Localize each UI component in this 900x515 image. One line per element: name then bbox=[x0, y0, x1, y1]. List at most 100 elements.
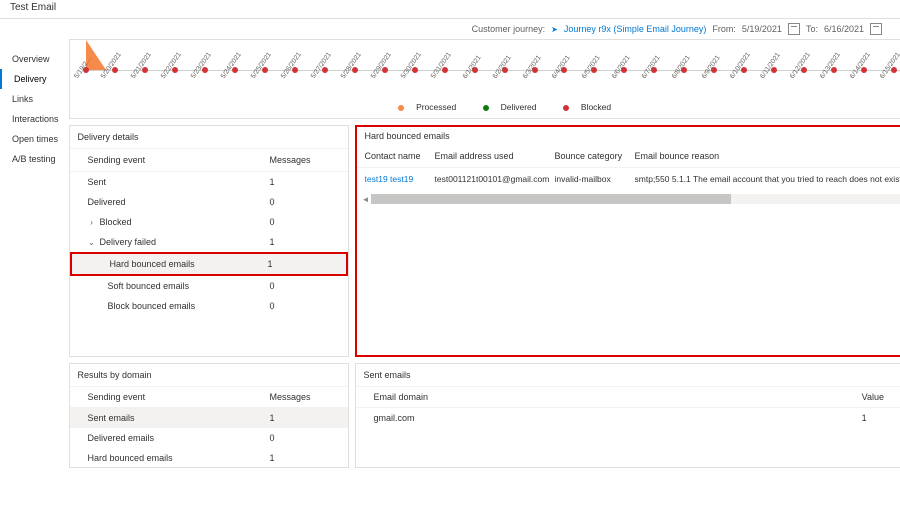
chart-tick-label: 6/9/2021 bbox=[701, 54, 722, 80]
results-by-domain-title: Results by domain bbox=[70, 364, 348, 387]
sent-emails-panel: Sent emails Email domain Value gmail.com… bbox=[355, 363, 900, 468]
delivery-row-soft-bounced-emails[interactable]: Soft bounced emails0 bbox=[70, 276, 348, 296]
chart-tick-label: 5/25/2021 bbox=[250, 51, 273, 80]
chart-tick-label: 5/29/2021 bbox=[370, 51, 393, 80]
hard-bounced-row[interactable]: test19 test19test001121t00101@gmail.comi… bbox=[357, 168, 900, 190]
chart-tick-label: 6/15/2021 bbox=[879, 51, 900, 80]
chart-tick-label: 6/13/2021 bbox=[819, 51, 842, 80]
from-label: From: bbox=[712, 24, 736, 34]
chart-tick-label: 6/11/2021 bbox=[759, 52, 782, 80]
nav-item-delivery[interactable]: Delivery bbox=[0, 69, 69, 89]
nav-item-overview[interactable]: Overview bbox=[0, 49, 69, 69]
row-value: 0 bbox=[270, 197, 340, 207]
sent-emails-title: Sent emails bbox=[364, 370, 411, 380]
chart-tick-label: 6/6/2021 bbox=[611, 54, 632, 80]
category-cell: invalid-mailbox bbox=[555, 174, 635, 184]
domain-result-row[interactable]: Hard bounced emails1 bbox=[70, 448, 348, 467]
col-sending-event: Sending event bbox=[88, 155, 270, 165]
reason-cell: smtp;550 5.1.1 The email account that yo… bbox=[635, 174, 900, 184]
col-sending-event: Sending event bbox=[88, 392, 270, 402]
delivery-row-block-bounced-emails[interactable]: Block bounced emails0 bbox=[70, 296, 348, 316]
journey-label: Customer journey: bbox=[472, 24, 546, 34]
col-email-used: Email address used bbox=[435, 151, 555, 161]
chevron-down-icon[interactable]: ⌄ bbox=[88, 238, 96, 246]
hard-bounced-header: Contact name Email address used Bounce c… bbox=[357, 145, 900, 168]
row-value: 1 bbox=[270, 453, 340, 463]
journey-bar: Customer journey: ➤ Journey r9x (Simple … bbox=[0, 19, 900, 39]
col-bounce-reason: Email bounce reason bbox=[635, 151, 900, 161]
col-email-domain: Email domain bbox=[374, 392, 862, 402]
col-messages: Messages bbox=[270, 155, 340, 165]
horizontal-scrollbar[interactable]: ◄ ► bbox=[361, 194, 900, 204]
row-label: Delivery failed bbox=[100, 237, 157, 247]
row-label: Block bounced emails bbox=[108, 301, 196, 311]
delivery-details-panel: Delivery details Sending event Messages … bbox=[69, 125, 349, 357]
legend-dot-delivered bbox=[483, 105, 489, 111]
chart-tick-label: 5/28/2021 bbox=[340, 51, 363, 80]
chevron-right-icon[interactable]: › bbox=[88, 218, 96, 226]
row-label: Sent emails bbox=[88, 413, 270, 423]
scroll-left-icon[interactable]: ◄ bbox=[361, 195, 371, 204]
legend-dot-processed bbox=[398, 105, 404, 111]
delivery-row-delivered[interactable]: Delivered 0 bbox=[70, 192, 348, 212]
delivery-row-delivery-failed[interactable]: ⌄Delivery failed1 bbox=[70, 232, 348, 252]
calendar-icon[interactable] bbox=[870, 23, 882, 35]
nav-item-links[interactable]: Links bbox=[0, 89, 69, 109]
contact-link[interactable]: test19 test19 bbox=[365, 174, 435, 184]
chart-tick-label: 6/5/2021 bbox=[581, 54, 602, 80]
delivery-row-hard-bounced-emails[interactable]: Hard bounced emails 1 bbox=[70, 252, 348, 276]
row-value: 1 bbox=[862, 413, 900, 423]
legend-dot-blocked bbox=[563, 105, 569, 111]
chart-tick-label: 6/2/2021 bbox=[491, 54, 512, 80]
row-label: Sent bbox=[88, 177, 107, 187]
chart-tick-label: 6/14/2021 bbox=[849, 51, 872, 80]
chart-tick-label: 6/4/2021 bbox=[551, 54, 572, 80]
results-by-domain-header: Sending event Messages bbox=[70, 387, 348, 408]
row-value: 1 bbox=[270, 177, 340, 187]
row-value: 1 bbox=[270, 413, 340, 423]
row-value: 1 bbox=[268, 259, 338, 269]
chart-tick-label: 5/22/2021 bbox=[160, 51, 183, 80]
results-by-domain-panel: Results by domain Sending event Messages… bbox=[69, 363, 349, 468]
legend-label-blocked: Blocked bbox=[581, 102, 611, 112]
nav-item-interactions[interactable]: Interactions bbox=[0, 109, 69, 129]
left-nav: OverviewDeliveryLinksInteractionsOpen ti… bbox=[0, 39, 69, 515]
journey-link[interactable]: Journey r9x (Simple Email Journey) bbox=[564, 24, 707, 34]
calendar-icon[interactable] bbox=[788, 23, 800, 35]
col-contact-name: Contact name bbox=[365, 151, 435, 161]
row-value: 0 bbox=[270, 217, 340, 227]
row-label: Delivered bbox=[88, 197, 126, 207]
chart-tick-label: 6/8/2021 bbox=[671, 54, 692, 80]
scroll-thumb[interactable] bbox=[371, 194, 731, 204]
nav-item-a-b-testing[interactable]: A/B testing bbox=[0, 149, 69, 169]
sent-emails-row[interactable]: gmail.com1 bbox=[356, 408, 900, 428]
domain-result-row[interactable]: Sent emails1 bbox=[70, 408, 348, 428]
journey-icon: ➤ bbox=[551, 25, 558, 34]
domain-result-row[interactable]: Delivered emails0 bbox=[70, 428, 348, 448]
sent-emails-header: Email domain Value bbox=[356, 387, 900, 408]
delivery-row-sent[interactable]: Sent 1 bbox=[70, 172, 348, 192]
row-label: Hard bounced emails bbox=[88, 453, 270, 463]
nav-item-open-times[interactable]: Open times bbox=[0, 129, 69, 149]
to-value: 6/16/2021 bbox=[824, 24, 864, 34]
chart-tick-label: 5/27/2021 bbox=[310, 51, 333, 80]
chart-tick-label: 5/30/2021 bbox=[400, 51, 423, 80]
delivery-details-header: Sending event Messages bbox=[70, 149, 348, 172]
row-label: Delivered emails bbox=[88, 433, 270, 443]
to-label: To: bbox=[806, 24, 818, 34]
row-label: Blocked bbox=[100, 217, 132, 227]
chart-tick-label: 6/3/2021 bbox=[521, 54, 542, 80]
email-cell: test001121t00101@gmail.com bbox=[435, 174, 555, 184]
row-label: Hard bounced emails bbox=[110, 259, 195, 269]
delivery-row-blocked[interactable]: › Blocked 0 bbox=[70, 212, 348, 232]
chart-tick-label: 6/10/2021 bbox=[729, 51, 752, 80]
chart-tick-label: 5/26/2021 bbox=[280, 51, 303, 80]
col-value: Value bbox=[862, 392, 900, 402]
chart-tick-label: 6/7/2021 bbox=[641, 54, 662, 80]
hard-bounced-title: Hard bounced emails bbox=[365, 131, 450, 141]
chart-tick-label: 5/31/2021 bbox=[430, 51, 453, 80]
from-value: 5/19/2021 bbox=[742, 24, 782, 34]
chart-tick-label: 6/12/2021 bbox=[789, 51, 812, 80]
timeline-chart: 5/19/2…5/20/20215/21/20215/22/20215/23/2… bbox=[86, 40, 900, 100]
legend-label-processed: Processed bbox=[416, 102, 456, 112]
